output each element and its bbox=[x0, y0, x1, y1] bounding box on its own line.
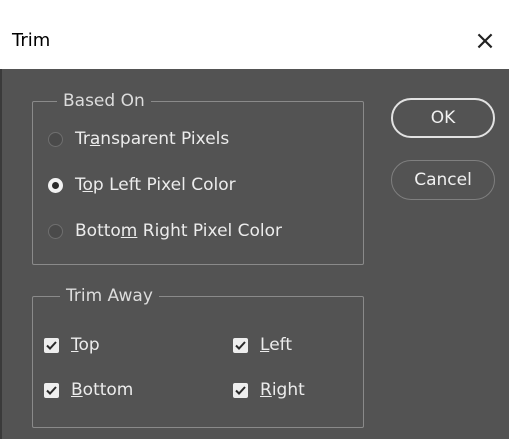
checkbox-label: Bottom bbox=[71, 380, 134, 400]
trim-away-legend: Trim Away bbox=[60, 285, 159, 307]
trim-away-group bbox=[32, 296, 364, 428]
radio-icon bbox=[48, 131, 63, 147]
checkbox-left[interactable]: Left bbox=[233, 332, 292, 358]
checkbox-top[interactable]: Top bbox=[44, 332, 100, 358]
radio-label: Bottom Right Pixel Color bbox=[75, 221, 283, 241]
radio-top-left-pixel-color[interactable]: Top Left Pixel Color bbox=[48, 172, 236, 198]
radio-label: Top Left Pixel Color bbox=[75, 175, 236, 195]
radio-transparent-pixels[interactable]: Transparent Pixels bbox=[48, 126, 229, 152]
checkbox-label: Top bbox=[71, 335, 100, 355]
checkbox-label: Left bbox=[260, 335, 292, 355]
check-icon bbox=[233, 382, 248, 398]
ok-button[interactable]: OK bbox=[391, 98, 495, 138]
cancel-button[interactable]: Cancel bbox=[391, 160, 495, 200]
checkbox-bottom[interactable]: Bottom bbox=[44, 377, 133, 403]
check-icon bbox=[44, 337, 59, 353]
window-edge bbox=[0, 69, 2, 439]
close-icon[interactable]: × bbox=[470, 26, 500, 56]
title-bar: Trim × bbox=[0, 0, 509, 69]
checkbox-right[interactable]: Right bbox=[233, 377, 305, 403]
check-icon bbox=[233, 337, 248, 353]
checkbox-label: Right bbox=[260, 380, 305, 400]
radio-bottom-right-pixel-color[interactable]: Bottom Right Pixel Color bbox=[48, 218, 282, 244]
check-icon bbox=[44, 382, 59, 398]
radio-icon bbox=[48, 223, 63, 239]
based-on-legend: Based On bbox=[57, 90, 151, 112]
radio-selected-icon bbox=[48, 177, 63, 193]
radio-label: Transparent Pixels bbox=[75, 129, 230, 149]
dialog-title: Trim bbox=[12, 30, 51, 51]
